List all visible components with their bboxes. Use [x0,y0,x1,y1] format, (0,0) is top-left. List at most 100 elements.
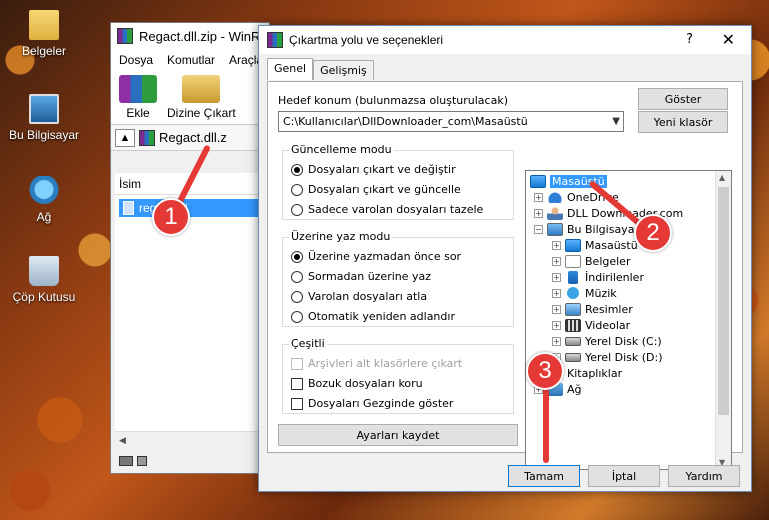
expand-icon[interactable]: + [552,256,561,266]
desktop-icon-documents[interactable]: Belgeler [6,10,82,58]
expand-icon[interactable]: + [552,320,561,330]
music-icon [567,287,579,299]
archive-icon [139,129,155,146]
tree-label: Yerel Disk (C:) [585,334,662,348]
radio[interactable] [291,270,303,283]
horizontal-scrollbar[interactable]: ◀ [115,431,267,449]
add-archive-icon [119,75,157,103]
tree-label: Yerel Disk (D:) [585,350,663,364]
cancel-button[interactable]: İptal [588,465,660,487]
target-path-combo[interactable]: C:\Kullanıcılar\DllDownloader_com\Masaüs… [278,111,624,132]
radio-selected[interactable] [291,250,303,263]
scroll-thumb[interactable] [718,187,729,415]
expand-icon[interactable]: + [552,336,561,346]
pictures-icon [565,302,581,316]
update-option-freshen[interactable]: Sadece varolan dosyaları tazele [291,203,483,216]
expand-icon[interactable]: + [552,304,561,314]
dialog-titlebar[interactable]: Çıkartma yolu ve seçenekleri [259,26,751,54]
desktop-icon-recycle-bin[interactable]: Çöp Kutusu [6,256,82,304]
new-folder-button[interactable]: Yeni klasör [638,111,728,133]
radio[interactable] [291,310,303,323]
computer-icon [547,222,563,236]
expand-icon[interactable]: + [552,288,561,298]
file-list[interactable]: regact.dll [115,195,267,431]
option-label: Varolan dosyaları atla [308,290,428,303]
tab-general[interactable]: Genel [267,58,314,80]
help-icon[interactable]: ? [686,32,693,47]
download-icon [568,270,578,284]
tree-node-disk-d[interactable]: + Yerel Disk (D:) [552,349,663,365]
video-icon [565,318,581,332]
computer-icon [29,94,59,124]
extract-folder-icon [182,75,221,103]
misc-option-keep-broken[interactable]: Bozuk dosyaları koru [291,377,423,390]
menu-file[interactable]: Dosya [119,53,153,67]
update-mode-title: Güncelleme modu [289,143,394,156]
dialog-title: Çıkartma yolu ve seçenekleri [289,33,444,47]
checkbox[interactable] [291,397,303,410]
tree-node-disk-c[interactable]: + Yerel Disk (C:) [552,333,662,349]
help-button[interactable]: Yardım [668,465,740,487]
tree-node-videos[interactable]: + Videolar [552,317,630,333]
archive-path[interactable]: Regact.dll.z [159,130,227,145]
option-label: Otomatik yeniden adlandır [308,310,455,323]
overwrite-option-always[interactable]: Sormadan üzerine yaz [291,270,431,283]
tree-node-this-pc[interactable]: − Bu Bilgisayar [534,221,639,237]
expand-icon[interactable]: + [552,272,561,282]
winrar-pathbar: ▲ Regact.dll.z [111,125,269,151]
close-icon[interactable]: ✕ [722,30,735,49]
tree-node-music[interactable]: + Müzik [552,285,617,301]
up-folder-button[interactable]: ▲ [115,128,135,147]
file-row-selected[interactable]: regact.dll [119,199,263,217]
menu-commands[interactable]: Komutlar [167,53,215,67]
annotation-badge-3: 3 [526,352,564,390]
winrar-titlebar[interactable]: Regact.dll.zip - WinR [111,23,269,49]
tree-node-downloads[interactable]: + İndirilenler [552,269,644,285]
target-path-label: Hedef konum (bulunmazsa oluşturulacak) [278,94,508,107]
collapse-icon[interactable]: − [534,224,543,234]
tree-label: Videolar [585,318,631,332]
radio-selected[interactable] [291,163,303,176]
extract-to-button[interactable]: Dizine Çıkart [167,75,236,120]
chevron-down-icon[interactable]: ▼ [612,112,620,131]
desktop-icon [565,238,581,252]
checkbox[interactable] [291,377,303,390]
update-mode-group: Güncelleme modu Dosyaları çıkart ve deği… [282,143,514,220]
user-icon [547,206,563,220]
option-label: Dosyaları Gezginde göster [308,397,454,410]
expand-icon[interactable]: + [534,192,543,202]
option-label: Sormadan üzerine yaz [308,270,432,283]
save-settings-button[interactable]: Ayarları kaydet [278,424,518,446]
desktop-icon-this-pc[interactable]: Bu Bilgisayar [6,94,82,142]
annotation-badge-2: 2 [634,214,672,252]
radio[interactable] [291,203,303,216]
extraction-dialog: Çıkartma yolu ve seçenekleri ? ✕ Genel G… [258,25,752,492]
expand-icon[interactable]: + [534,208,543,218]
overwrite-option-ask[interactable]: Üzerine yazmadan önce sor [291,250,461,263]
desktop-icon-label: Bu Bilgisayar [8,128,80,142]
tab-advanced[interactable]: Gelişmiş [313,60,374,80]
update-option-update[interactable]: Dosyaları çıkart ve güncelle [291,183,461,196]
overwrite-mode-title: Üzerine yaz modu [289,230,393,243]
desktop-icon-label: Ağ [36,210,52,224]
tree-label: İndirilenler [585,270,644,284]
tree-scrollbar[interactable]: ▲ ▼ [715,171,731,469]
desktop-icon-network[interactable]: Ağ [6,176,82,224]
winrar-toolbar: Ekle Dizine Çıkart [111,71,269,125]
overwrite-option-skip[interactable]: Varolan dosyaları atla [291,290,427,303]
update-option-replace[interactable]: Dosyaları çıkart ve değiştir [291,163,456,176]
drive-icon [119,456,133,466]
radio[interactable] [291,183,303,196]
radio[interactable] [291,290,303,303]
tree-node-pictures[interactable]: + Resimler [552,301,633,317]
add-button[interactable]: Ekle [119,75,157,120]
tree-label: Resimler [585,302,633,316]
show-button[interactable]: Göster [638,88,728,110]
ok-button[interactable]: Tamam [508,465,580,487]
tree-node-documents[interactable]: + Belgeler [552,253,630,269]
expand-icon[interactable]: + [552,240,561,250]
tree-node-pc-desktop[interactable]: + Masaüstü [552,237,638,253]
scroll-up-icon[interactable]: ▲ [719,173,725,182]
misc-option-show-explorer[interactable]: Dosyaları Gezginde göster [291,397,453,410]
overwrite-option-rename[interactable]: Otomatik yeniden adlandır [291,310,455,323]
